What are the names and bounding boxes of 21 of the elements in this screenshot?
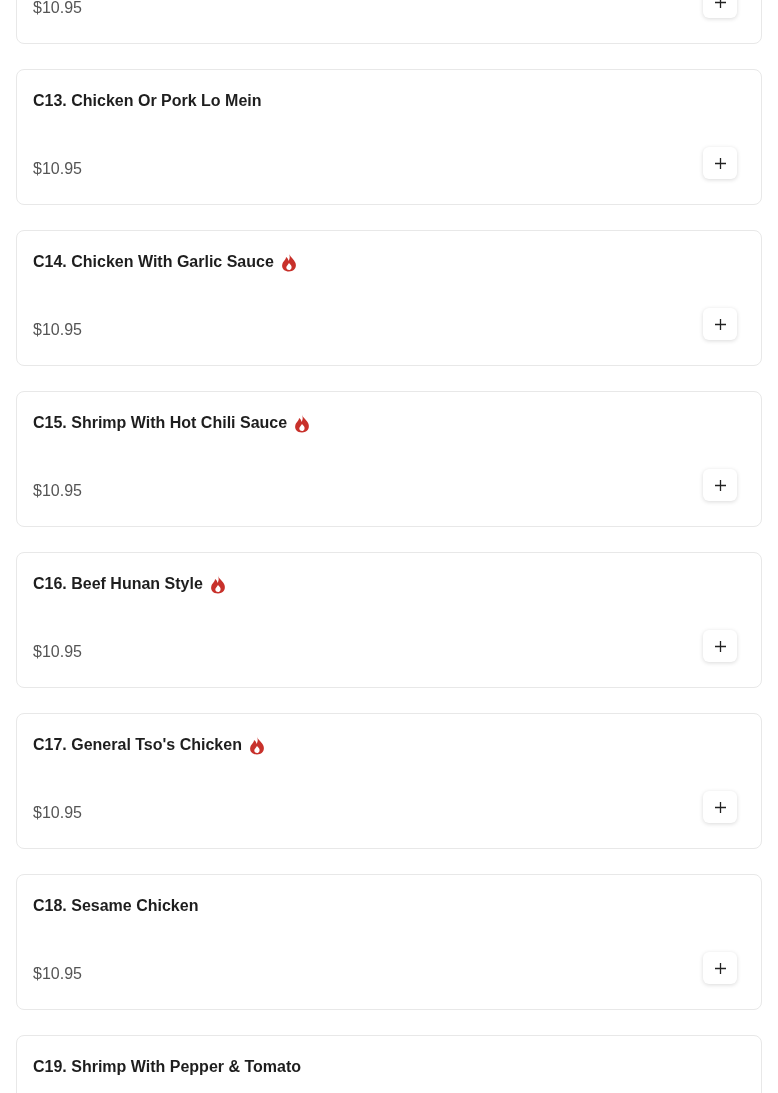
dish-name: C19. Shrimp With Pepper & Tomato [33, 1057, 302, 1077]
plus-icon [714, 640, 726, 652]
dish-name: C17. General Tso's Chicken [33, 735, 242, 755]
dish-price: $10.95 [33, 0, 82, 18]
dish-price: $10.95 [33, 320, 82, 340]
dish-name: C13. Chicken Or Pork Lo Mein [33, 91, 262, 111]
plus-icon [714, 318, 726, 330]
plus-icon [714, 962, 726, 974]
dish-price: $10.95 [33, 159, 82, 179]
dish-price: $10.95 [33, 481, 82, 501]
dish-price: $10.95 [33, 803, 82, 823]
dish-price: $10.95 [33, 642, 82, 662]
plus-icon [714, 479, 726, 491]
dish-name: C14. Chicken With Garlic Sauce [33, 252, 274, 272]
plus-icon [714, 0, 726, 8]
dish-price: $10.95 [33, 964, 82, 984]
plus-icon [714, 801, 726, 813]
dish-name: C15. Shrimp With Hot Chili Sauce [33, 413, 288, 433]
plus-icon [714, 157, 726, 169]
dish-name: C16. Beef Hunan Style [33, 574, 203, 594]
dish-name: C18. Sesame Chicken [33, 896, 199, 916]
